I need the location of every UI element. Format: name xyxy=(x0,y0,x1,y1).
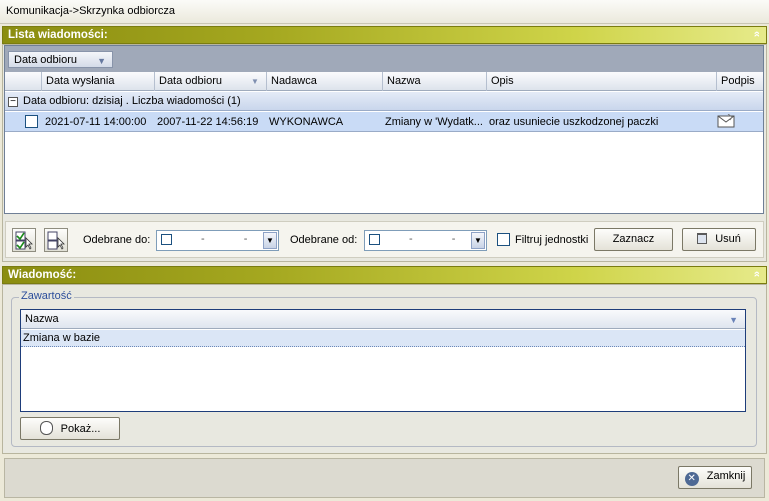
show-button-label: Pokaż... xyxy=(60,423,101,435)
messages-section-title: Lista wiadomości: xyxy=(8,29,108,41)
delete-button-label: Usuń xyxy=(715,233,741,245)
close-button-label: Zamknij xyxy=(706,470,746,482)
cell-name: Zmiany w 'Wydatk... xyxy=(385,116,483,128)
dropdown-arrow-icon[interactable]: ▼ xyxy=(471,232,485,249)
select-button[interactable]: Zaznacz xyxy=(594,228,673,251)
received-from-date-input[interactable]: - - ▼ xyxy=(364,230,487,251)
messages-section-header[interactable]: Lista wiadomości: » xyxy=(2,26,767,44)
received-from-label: Odebrane od: xyxy=(290,234,358,246)
footer-bar xyxy=(4,458,765,498)
content-list-header[interactable]: Nazwa ▼ xyxy=(21,310,745,329)
close-button[interactable]: ✕ Zamknij xyxy=(678,466,752,489)
check-all-button[interactable] xyxy=(12,228,36,252)
group-row[interactable]: − Data odbioru: dzisiaj . Liczba wiadomo… xyxy=(5,92,763,111)
show-button[interactable]: Pokaż... xyxy=(20,417,120,440)
cell-description: oraz usuniecie uszkodzonej paczki xyxy=(489,116,659,128)
received-from-placeholder: - - xyxy=(409,233,474,245)
sort-down-icon: ▼ xyxy=(251,77,259,86)
uncheck-all-button[interactable] xyxy=(44,228,68,252)
content-list-header-label: Nazwa xyxy=(25,313,59,325)
collapse-group-icon[interactable]: − xyxy=(8,97,18,107)
cell-received: 2007-11-22 14:56:19 xyxy=(157,116,259,128)
check-all-icon xyxy=(15,231,33,250)
received-to-checkbox[interactable] xyxy=(161,234,172,245)
group-by-button[interactable]: Data odbioru ▼ xyxy=(8,51,113,68)
column-header-name[interactable]: Nazwa xyxy=(382,72,486,91)
content-legend: Zawartość xyxy=(19,290,74,302)
column-header-sender[interactable]: Nadawca xyxy=(266,72,382,91)
column-header-description[interactable]: Opis xyxy=(486,72,716,91)
collapse-icon[interactable]: » xyxy=(751,31,763,37)
list-item[interactable]: Zmiana w bazie xyxy=(21,330,745,347)
received-to-date-input[interactable]: - - ▼ xyxy=(156,230,279,251)
filter-units-checkbox[interactable] xyxy=(497,233,510,246)
grid-column-headers: Data wysłania Data odbioru ▼ Nadawca Naz… xyxy=(5,72,763,91)
close-icon: ✕ xyxy=(684,472,699,486)
column-header-signature[interactable]: Podpis xyxy=(716,72,763,91)
group-by-label: Data odbioru xyxy=(14,54,77,66)
message-section-title: Wiadomość: xyxy=(8,269,77,281)
delete-button[interactable]: Usuń xyxy=(682,228,756,251)
filter-units-label: Filtruj jednostki xyxy=(515,234,589,246)
received-from-checkbox[interactable] xyxy=(369,234,380,245)
filter-toolbar: Odebrane do: - - ▼ Odebrane od: - - ▼ Fi… xyxy=(5,221,764,258)
message-section-header[interactable]: Wiadomość: » xyxy=(2,266,767,284)
window-title: Komunikacja->Skrzynka odbiorcza xyxy=(0,0,769,24)
group-by-area: Data odbioru ▼ xyxy=(5,46,763,72)
table-row[interactable]: 2021-07-11 14:00:00 2007-11-22 14:56:19 … xyxy=(5,112,763,132)
group-row-label: Data odbioru: dzisiaj . Liczba wiadomośc… xyxy=(23,95,241,107)
content-list[interactable]: Nazwa ▼ Zmiana w bazie xyxy=(20,309,746,412)
uncheck-all-icon xyxy=(47,231,65,250)
received-to-label: Odebrane do: xyxy=(83,234,151,246)
collapse-icon[interactable]: » xyxy=(751,271,763,277)
envelope-icon[interactable] xyxy=(717,114,739,131)
column-header-sent[interactable]: Data wysłania xyxy=(41,72,154,91)
trash-icon xyxy=(697,233,708,244)
row-checkbox[interactable] xyxy=(25,115,38,128)
sort-down-icon: ▼ xyxy=(97,56,106,66)
cell-sender: WYKONAWCA xyxy=(269,116,344,128)
column-header-select[interactable] xyxy=(5,72,41,91)
sort-down-icon: ▼ xyxy=(729,315,738,325)
messages-grid[interactable]: Data odbioru ▼ Data wysłania Data odbior… xyxy=(4,45,764,214)
cell-sent: 2021-07-11 14:00:00 xyxy=(45,116,147,128)
dropdown-arrow-icon[interactable]: ▼ xyxy=(263,232,277,249)
received-to-placeholder: - - xyxy=(201,233,266,245)
magnifier-page-icon xyxy=(39,421,53,435)
